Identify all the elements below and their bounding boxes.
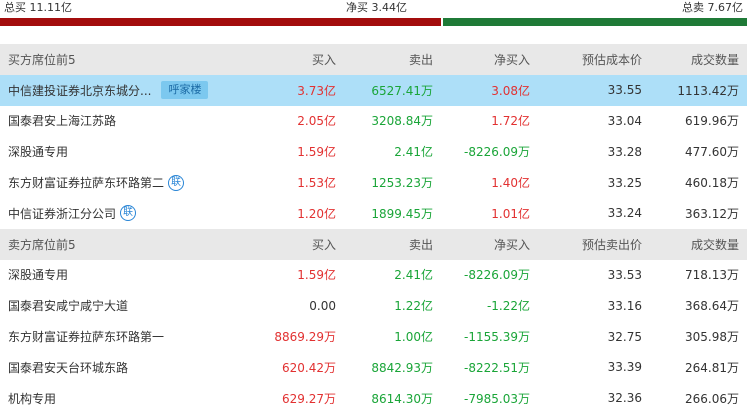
table-row[interactable]: 机构专用 629.27万 8614.30万 -7985.03万 32.36 26…: [0, 383, 747, 414]
est-price: 33.24: [607, 206, 642, 221]
seat-name[interactable]: 深股通专用: [8, 136, 238, 167]
net-amount: 1.40亿: [491, 176, 530, 191]
col-seat-name: 卖方席位前5: [8, 237, 76, 252]
net-amount: -8226.09万: [464, 268, 530, 283]
buy-ratio-bar: [0, 18, 441, 26]
seat-name-text: 中信证券浙江分公司: [8, 206, 117, 221]
net-amount: -8222.51万: [464, 360, 530, 375]
sell-amount: 8842.93万: [371, 360, 433, 375]
sell-ratio-bar: [443, 18, 747, 26]
col-net: 净买入: [493, 52, 530, 67]
sell-amount: 1.22亿: [394, 299, 433, 314]
sell-amount: 2.41亿: [394, 145, 433, 160]
volume: 718.13万: [685, 268, 739, 283]
net-amount: -1155.39万: [464, 330, 530, 345]
net-amount: 1.01亿: [491, 206, 530, 221]
net-amount: -1.22亿: [486, 299, 530, 314]
table-row[interactable]: 中信建投证券北京东城分... 呼家楼 3.73亿 6527.41万 3.08亿 …: [0, 74, 747, 106]
sell-amount: 1.00亿: [394, 330, 433, 345]
col-buy: 买入: [311, 52, 336, 67]
seat-name[interactable]: 国泰君安上海江苏路: [8, 106, 238, 137]
volume: 264.81万: [685, 360, 739, 375]
net-amount: -8226.09万: [464, 145, 530, 160]
col-volume: 成交数量: [690, 237, 739, 252]
buy-amount: 8869.29万: [274, 330, 336, 345]
table-row[interactable]: 国泰君安咸宁咸宁大道 0.00 1.22亿 -1.22亿 33.16 368.6…: [0, 290, 747, 321]
buy-amount: 629.27万: [282, 391, 336, 406]
volume: 1113.42万: [677, 83, 739, 98]
summary-bar: 总买 11.11亿 净买 3.44亿 总卖 7.67亿: [0, 0, 747, 16]
table-row[interactable]: 中信证券浙江分公司 联 1.20亿 1899.45万 1.01亿 33.24 3…: [0, 198, 747, 229]
col-sell: 卖出: [408, 52, 433, 67]
total-buy-label: 总买 11.11亿: [4, 1, 72, 14]
col-price: 预估成本价: [581, 52, 642, 67]
table-row[interactable]: 东方财富证券拉萨东环路第一 8869.29万 1.00亿 -1155.39万 3…: [0, 321, 747, 352]
seat-name[interactable]: 深股通专用: [8, 260, 238, 291]
sell-amount: 6527.41万: [371, 83, 433, 98]
buy-amount: 1.59亿: [297, 145, 336, 160]
table-row[interactable]: 国泰君安天台环城东路 620.42万 8842.93万 -8222.51万 33…: [0, 352, 747, 383]
buy-amount: 1.59亿: [297, 268, 336, 283]
col-volume: 成交数量: [690, 52, 739, 67]
sell-amount: 2.41亿: [394, 268, 433, 283]
seat-name[interactable]: 中信建投证券北京东城分... 呼家楼: [8, 75, 238, 106]
net-amount: -7985.03万: [464, 391, 530, 406]
table-row[interactable]: 深股通专用 1.59亿 2.41亿 -8226.09万 33.28 477.60…: [0, 136, 747, 167]
seat-name[interactable]: 东方财富证券拉萨东环路第一: [8, 321, 238, 352]
net-buy-label: 净买 3.44亿: [346, 1, 407, 14]
est-price: 33.25: [607, 175, 642, 190]
buy-section-header: 买方席位前5 买入 卖出 净买入 预估成本价 成交数量: [0, 44, 747, 75]
total-sell-label: 总卖 7.67亿: [682, 1, 743, 14]
linked-seat-icon[interactable]: 联: [120, 205, 137, 222]
est-price: 33.39: [607, 360, 642, 375]
linked-seat-icon[interactable]: 联: [168, 174, 185, 191]
seat-name-text: 东方财富证券拉萨东环路第二: [8, 176, 165, 191]
buy-amount: 620.42万: [282, 360, 336, 375]
volume: 460.18万: [685, 176, 739, 191]
seats-table: 买方席位前5 买入 卖出 净买入 预估成本价 成交数量 中信建投证券北京东城分.…: [0, 44, 747, 414]
sell-amount: 1253.23万: [371, 176, 433, 191]
seat-name[interactable]: 机构专用: [8, 383, 238, 414]
volume: 477.60万: [685, 145, 739, 160]
volume: 266.06万: [685, 391, 739, 406]
table-row[interactable]: 国泰君安上海江苏路 2.05亿 3208.84万 1.72亿 33.04 619…: [0, 106, 747, 137]
buy-amount: 0.00: [309, 298, 336, 313]
volume: 619.96万: [685, 114, 739, 129]
seat-name[interactable]: 东方财富证券拉萨东环路第二 联: [8, 167, 238, 198]
est-price: 33.16: [607, 298, 642, 313]
seat-name[interactable]: 国泰君安咸宁咸宁大道: [8, 290, 238, 321]
col-buy: 买入: [311, 237, 336, 252]
est-price: 32.36: [607, 391, 642, 406]
volume: 368.64万: [685, 299, 739, 314]
col-seat-name: 买方席位前5: [8, 52, 76, 67]
net-amount: 3.08亿: [491, 83, 530, 98]
seat-name[interactable]: 国泰君安天台环城东路: [8, 352, 238, 383]
est-price: 32.75: [607, 329, 642, 344]
buy-amount: 3.73亿: [297, 83, 336, 98]
sell-section-header: 卖方席位前5 买入 卖出 净买入 预估卖出价 成交数量: [0, 228, 747, 260]
buy-amount: 2.05亿: [297, 114, 336, 129]
sell-amount: 8614.30万: [371, 391, 433, 406]
volume: 305.98万: [685, 330, 739, 345]
sell-amount: 1899.45万: [371, 206, 433, 221]
seat-name[interactable]: 中信证券浙江分公司 联: [8, 198, 238, 229]
est-price: 33.53: [607, 267, 642, 282]
sell-amount: 3208.84万: [371, 114, 433, 129]
net-amount: 1.72亿: [491, 114, 530, 129]
volume: 363.12万: [685, 206, 739, 221]
seat-name-text: 中信建投证券北京东城分...: [8, 83, 152, 98]
est-price: 33.04: [607, 113, 642, 128]
buy-amount: 1.53亿: [297, 176, 336, 191]
col-price: 预估卖出价: [581, 237, 642, 252]
est-price: 33.28: [607, 144, 642, 159]
table-row[interactable]: 深股通专用 1.59亿 2.41亿 -8226.09万 33.53 718.13…: [0, 260, 747, 291]
col-sell: 卖出: [408, 237, 433, 252]
buy-amount: 1.20亿: [297, 206, 336, 221]
col-net: 净买入: [493, 237, 530, 252]
table-row[interactable]: 东方财富证券拉萨东环路第二 联 1.53亿 1253.23万 1.40亿 33.…: [0, 167, 747, 198]
seat-tag[interactable]: 呼家楼: [161, 81, 209, 100]
est-price: 33.55: [607, 83, 642, 98]
